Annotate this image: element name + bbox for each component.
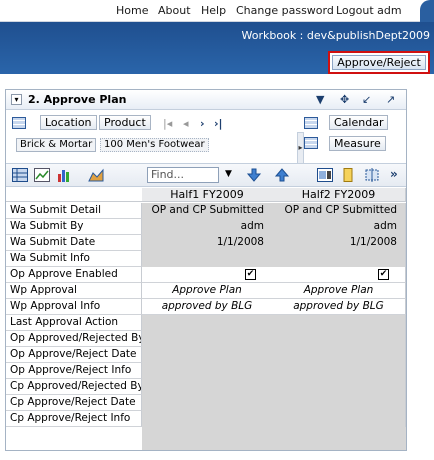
bar-chart-icon[interactable] xyxy=(56,168,72,182)
grid-cell[interactable]: Approve Plan xyxy=(272,283,406,299)
help-link[interactable]: Help xyxy=(201,4,226,17)
first-page-icon[interactable]: |◂ xyxy=(163,117,172,130)
grid-cell xyxy=(142,411,273,427)
brand-logo xyxy=(420,0,434,22)
grid-cell xyxy=(272,251,406,267)
grid-cell: OP and CP Submitted xyxy=(272,203,406,219)
change-password-link[interactable]: Change password xyxy=(236,4,334,17)
logout-link[interactable]: Logout adm xyxy=(336,4,402,17)
grid-cell xyxy=(272,379,406,395)
grid-cell[interactable]: Approve Plan xyxy=(142,283,273,299)
grid-cell: 1/1/2008 xyxy=(272,235,406,251)
grid-cell[interactable]: approved by BLG xyxy=(272,299,406,315)
grid-cell xyxy=(272,331,406,347)
row-label: Op Approve/Reject Info xyxy=(6,363,142,379)
grid-cell: 1/1/2008 xyxy=(142,235,273,251)
more-tools-icon[interactable]: » xyxy=(390,167,398,181)
collapse-icon[interactable]: ▾ xyxy=(11,94,22,105)
approve-reject-button[interactable]: Approve/Reject xyxy=(332,55,426,70)
grid-cell xyxy=(142,363,273,379)
row-label: Op Approved/Rejected By xyxy=(6,331,142,347)
line-chart-icon[interactable] xyxy=(34,168,50,182)
column-header-half1[interactable]: Half1 FY2009 xyxy=(142,188,273,202)
grid-cell xyxy=(142,347,273,363)
split-view-icon[interactable] xyxy=(364,168,380,182)
approve-enabled-checkbox[interactable]: ✔ xyxy=(378,268,389,280)
row-label: Last Approval Action xyxy=(6,315,142,331)
dimension-splitter[interactable]: ▸ xyxy=(297,132,304,164)
find-dropdown-icon[interactable]: ▼ xyxy=(225,169,232,179)
home-link[interactable]: Home xyxy=(116,4,148,17)
grid-empty-area xyxy=(142,427,406,450)
next-page-icon[interactable]: › xyxy=(200,117,205,130)
grid-cell xyxy=(142,331,273,347)
approve-enabled-checkbox[interactable]: ✔ xyxy=(245,268,256,280)
row-label: Op Approve Enabled xyxy=(6,267,142,283)
row-label: Op Approve/Reject Date xyxy=(6,347,142,363)
grid-cell: OP and CP Submitted xyxy=(142,203,273,219)
calendar-dimension-button[interactable]: Calendar xyxy=(329,115,389,130)
crumb-brick-mortar[interactable]: Brick & Mortar xyxy=(16,138,97,152)
row-label: Wa Submit Date xyxy=(6,235,142,251)
row-label: Wa Submit By xyxy=(6,219,142,235)
find-input[interactable]: Find... xyxy=(147,167,219,183)
grid-toolbar: Find... ▼ » xyxy=(6,163,406,187)
row-label: Wa Submit Detail xyxy=(6,203,142,219)
previous-page-icon[interactable]: ◂ xyxy=(183,117,189,130)
grid-cell xyxy=(142,315,273,331)
grid-cell xyxy=(142,379,273,395)
grid-cell[interactable]: ✔ xyxy=(272,267,406,283)
dimension-area: Location Product |◂ ◂ › ›| Brick & Morta… xyxy=(6,110,406,166)
workbook-title: Workbook : dev&publishDept2009 xyxy=(241,29,430,42)
row-label: Cp Approve/Reject Date xyxy=(6,395,142,411)
about-link[interactable]: About xyxy=(158,4,191,17)
column-dimensions-icon xyxy=(304,117,318,129)
grid-settings-icon[interactable] xyxy=(317,168,333,182)
approve-reject-highlight: Approve/Reject xyxy=(328,51,430,74)
measure-dimensions-icon xyxy=(304,137,318,149)
grid-cell xyxy=(272,395,406,411)
panel-title: 2. Approve Plan xyxy=(28,93,127,106)
area-chart-icon[interactable] xyxy=(88,168,104,182)
grid-cell xyxy=(272,411,406,427)
row-label: Wp Approval Info xyxy=(6,299,142,315)
panel-header: ▾ 2. Approve Plan ▼ ✥ ↙ ↗ xyxy=(6,90,406,110)
minimize-icon[interactable]: ↙ xyxy=(362,93,371,106)
grid-cell[interactable]: approved by BLG xyxy=(142,299,273,315)
grid-cell xyxy=(272,315,406,331)
grid-cell: adm xyxy=(142,219,273,235)
grid-cell: adm xyxy=(272,219,406,235)
grid-cell xyxy=(142,251,273,267)
product-dimension-button[interactable]: Product xyxy=(99,115,151,130)
measure-dimension-button[interactable]: Measure xyxy=(329,136,386,151)
last-page-icon[interactable]: ›| xyxy=(214,117,223,130)
row-label: Wp Approval xyxy=(6,283,142,299)
notes-icon[interactable] xyxy=(340,168,356,182)
corner-header xyxy=(6,188,143,202)
menu-dropdown-icon[interactable]: ▼ xyxy=(316,93,324,106)
top-nav: Home About Help Change password Logout a… xyxy=(0,0,434,22)
approve-plan-panel: ▾ 2. Approve Plan ▼ ✥ ↙ ↗ Location Produ… xyxy=(5,89,407,451)
find-previous-up-icon[interactable] xyxy=(274,168,290,182)
find-next-down-icon[interactable] xyxy=(246,168,262,182)
grid-cell xyxy=(142,395,273,411)
crumb-mens-footwear[interactable]: 100 Men's Footwear xyxy=(100,138,209,152)
location-dimension-button[interactable]: Location xyxy=(40,115,97,130)
table-view-icon[interactable] xyxy=(12,168,28,182)
row-dimensions-icon xyxy=(12,117,26,129)
row-label: Cp Approved/Rejected By xyxy=(6,379,142,395)
data-grid: Half1 FY2009 Half2 FY2009 Wa Submit Deta… xyxy=(6,188,406,450)
maximize-icon[interactable]: ↗ xyxy=(386,93,395,106)
column-header-half2[interactable]: Half2 FY2009 xyxy=(272,188,406,202)
grid-cell xyxy=(272,347,406,363)
grid-cell xyxy=(272,363,406,379)
row-label: Wa Submit Info xyxy=(6,251,142,267)
move-icon[interactable]: ✥ xyxy=(340,93,349,106)
grid-cell[interactable]: ✔ xyxy=(142,267,273,283)
row-label: Cp Approve/Reject Info xyxy=(6,411,142,427)
